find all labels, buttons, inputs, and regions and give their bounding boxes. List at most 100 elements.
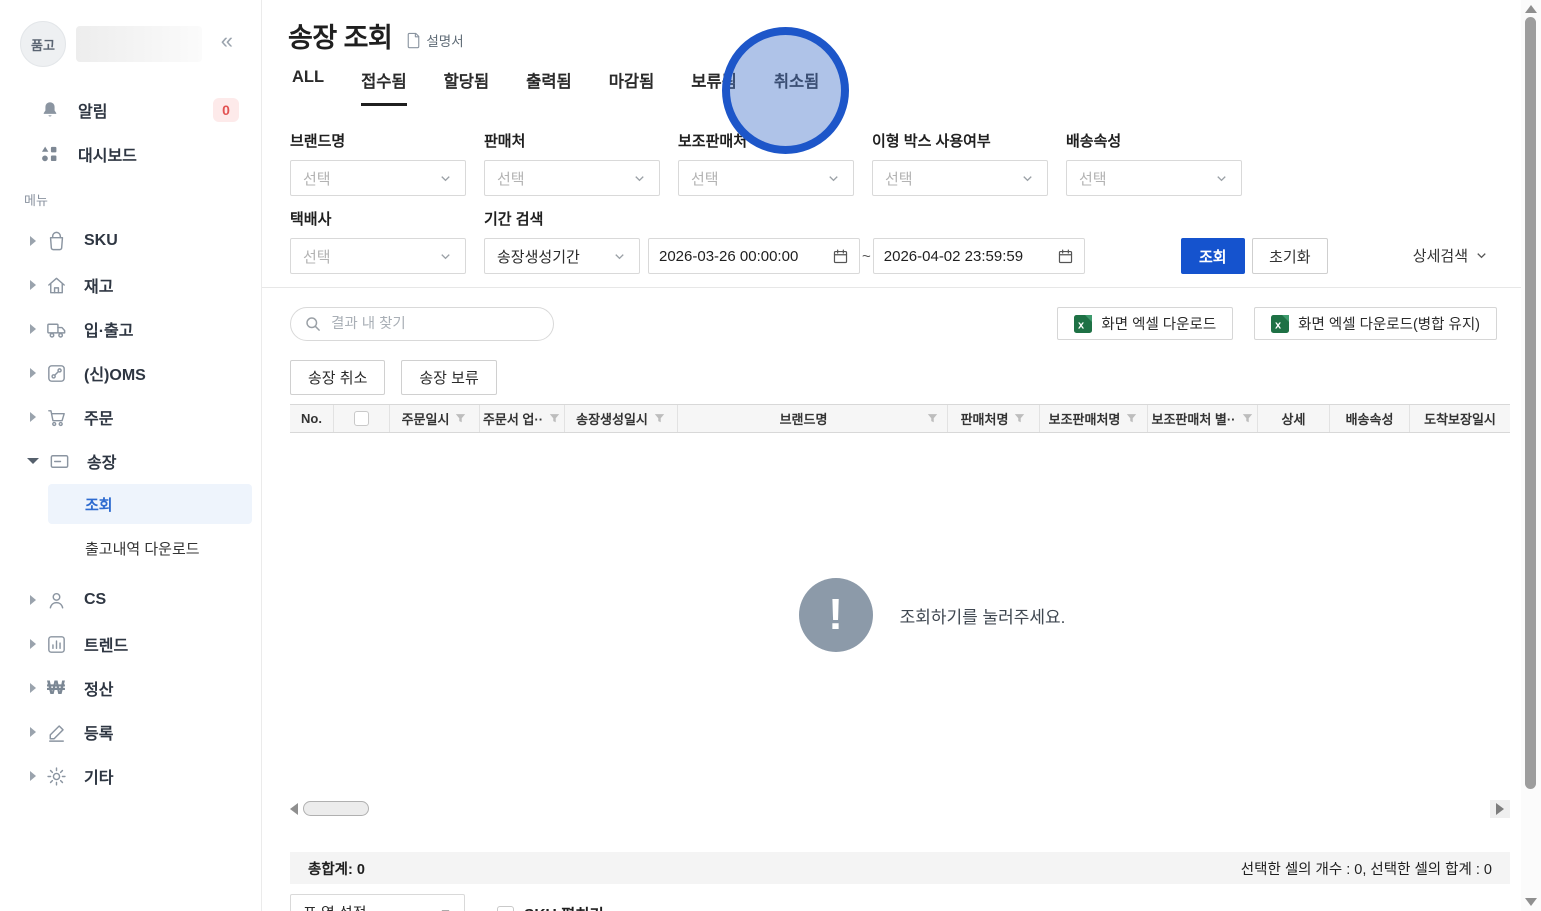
- scroll-down-arrow[interactable]: [1525, 898, 1537, 906]
- tab-printed[interactable]: 출력됨: [526, 68, 572, 106]
- company-logo: 품고: [20, 21, 66, 67]
- column-order-upload[interactable]: 주문서 업··: [480, 405, 565, 432]
- sidebar-item-dashboard[interactable]: 대시보드: [0, 134, 261, 174]
- sidebar-collapse-button[interactable]: «: [221, 30, 233, 52]
- sidebar-item-oms[interactable]: (신)OMS: [0, 353, 261, 393]
- won-icon: ₩: [47, 677, 65, 699]
- brand-select[interactable]: 선택: [290, 160, 466, 196]
- exclamation-icon: !: [798, 578, 873, 652]
- tab-all[interactable]: ALL: [292, 68, 324, 106]
- select-value: 표 열 설정: [303, 902, 367, 911]
- sidebar-item-trend[interactable]: 트렌드: [0, 624, 261, 664]
- filter-funnel-icon[interactable]: [1241, 412, 1254, 425]
- column-sub-seller-name[interactable]: 보조판매처명: [1040, 405, 1148, 432]
- results-search[interactable]: [290, 307, 554, 341]
- scroll-right-arrow[interactable]: [1490, 800, 1510, 818]
- sidebar-subitem-label: 출고내역 다운로드: [85, 540, 200, 558]
- excel-download-merged-button[interactable]: x 화면 엑셀 다운로드(병합 유지): [1254, 307, 1497, 340]
- scroll-left-arrow[interactable]: [290, 803, 298, 815]
- filter-funnel-icon[interactable]: [1013, 412, 1026, 425]
- advanced-search-toggle[interactable]: 상세검색: [1413, 245, 1489, 266]
- account-name-redacted: [76, 26, 202, 62]
- sidebar-item-invoice[interactable]: 송장: [0, 441, 261, 481]
- column-detail[interactable]: 상세: [1258, 405, 1330, 432]
- sidebar-item-register[interactable]: 등록: [0, 712, 261, 752]
- sub-seller-select[interactable]: 선택: [678, 160, 854, 196]
- excel-download-label: 화면 엑셀 다운로드: [1101, 317, 1217, 333]
- select-all-checkbox[interactable]: [354, 411, 369, 426]
- horizontal-scroll-thumb[interactable]: [303, 801, 369, 816]
- sidebar-item-sku[interactable]: SKU: [0, 221, 261, 261]
- tab-closed[interactable]: 마감됨: [609, 68, 655, 106]
- sku-expand-toggle[interactable]: SKU 펼치기: [497, 903, 604, 911]
- column-sub-seller-alias[interactable]: 보조판매처 별··: [1148, 405, 1258, 432]
- sidebar-item-inventory[interactable]: 재고: [0, 265, 261, 305]
- caret-right-icon: [30, 639, 36, 649]
- filter-funnel-icon[interactable]: [1125, 412, 1138, 425]
- sidebar-item-notifications[interactable]: 알림 0: [0, 90, 261, 130]
- sidebar-header: 품고 «: [0, 0, 261, 84]
- svg-text:x: x: [1275, 319, 1282, 331]
- search-input[interactable]: [331, 316, 521, 332]
- scroll-up-arrow[interactable]: [1525, 5, 1537, 13]
- sidebar-item-label: (신)OMS: [84, 367, 146, 384]
- excel-icon: x: [1271, 314, 1290, 333]
- sidebar-item-label: 트렌드: [84, 638, 129, 655]
- column-order-datetime[interactable]: 주문일시: [390, 405, 480, 432]
- reset-button[interactable]: 초기화: [1251, 238, 1328, 274]
- sidebar-item-label: 재고: [84, 279, 114, 296]
- invoice-cancel-button[interactable]: 송장 취소: [290, 360, 386, 395]
- column-invoice-created[interactable]: 송장생성일시: [565, 405, 678, 432]
- caret-right-icon: [30, 595, 36, 605]
- filter-funnel-icon[interactable]: [926, 412, 939, 425]
- tab-assigned[interactable]: 할당됨: [444, 68, 490, 106]
- column-delivery-attribute[interactable]: 배송속성: [1330, 405, 1410, 432]
- sidebar-item-orders[interactable]: 주문: [0, 397, 261, 437]
- filter-label-special-box: 이형 박스 사용여부: [872, 133, 991, 150]
- search-button[interactable]: 조회: [1180, 238, 1245, 274]
- sidebar-item-label: 입·출고: [84, 323, 134, 340]
- special-box-select[interactable]: 선택: [872, 160, 1048, 196]
- excel-download-merged-label: 화면 엑셀 다운로드(병합 유지): [1298, 317, 1480, 333]
- select-value: 선택: [1079, 170, 1107, 188]
- tab-held[interactable]: 보류됨: [691, 68, 737, 106]
- sidebar-item-inbound-outbound[interactable]: 입·출고: [0, 309, 261, 349]
- sku-expand-checkbox[interactable]: [497, 905, 514, 911]
- notification-count-badge: 0: [213, 98, 239, 122]
- sidebar-subitem-invoice-search[interactable]: 조회: [48, 484, 252, 524]
- invoice-icon: [47, 449, 71, 473]
- seller-select[interactable]: 선택: [484, 160, 660, 196]
- vertical-scroll-thumb[interactable]: [1525, 17, 1536, 789]
- column-seller-name[interactable]: 판매처명: [948, 405, 1040, 432]
- sidebar-item-cs[interactable]: CS: [0, 580, 261, 620]
- sidebar-subitem-shipping-history-download[interactable]: 출고내역 다운로드: [48, 528, 252, 568]
- column-guaranteed-arrival[interactable]: 도착보장일시: [1410, 405, 1510, 432]
- column-settings-select[interactable]: 표 열 설정: [290, 894, 465, 911]
- carrier-select[interactable]: 선택: [290, 238, 466, 274]
- column-brand[interactable]: 브랜드명: [678, 405, 948, 432]
- tab-received[interactable]: 접수됨: [361, 68, 407, 106]
- tab-cancelled[interactable]: 취소됨: [774, 68, 820, 106]
- date-to-value: 2026-04-02 23:59:59: [883, 247, 1024, 265]
- caret-down-icon: [441, 910, 450, 911]
- manual-link-label: 설명서: [426, 34, 464, 49]
- date-to-input[interactable]: 2026-04-02 23:59:59: [872, 238, 1085, 274]
- person-icon: [44, 588, 68, 612]
- dashboard-label: 대시보드: [78, 148, 137, 165]
- sidebar-item-label: 정산: [84, 682, 114, 699]
- dashboard-icon: [38, 142, 62, 166]
- column-select-all[interactable]: [334, 405, 390, 432]
- delivery-attribute-select[interactable]: 선택: [1066, 160, 1242, 196]
- date-from-input[interactable]: 2026-03-26 00:00:00: [648, 238, 860, 274]
- column-no[interactable]: No.: [290, 405, 334, 432]
- invoice-hold-button[interactable]: 송장 보류: [401, 360, 497, 395]
- manual-link[interactable]: 설명서: [406, 30, 464, 50]
- sidebar-item-settlement[interactable]: ₩ 정산: [0, 668, 261, 708]
- period-type-select[interactable]: 송장생성기간: [484, 238, 640, 274]
- sidebar-item-etc[interactable]: 기타: [0, 756, 261, 796]
- chevron-down-icon: [441, 175, 450, 181]
- excel-download-button[interactable]: x 화면 엑셀 다운로드: [1057, 307, 1234, 340]
- filter-funnel-icon[interactable]: [548, 412, 561, 425]
- filter-funnel-icon[interactable]: [653, 412, 666, 425]
- filter-funnel-icon[interactable]: [454, 412, 467, 425]
